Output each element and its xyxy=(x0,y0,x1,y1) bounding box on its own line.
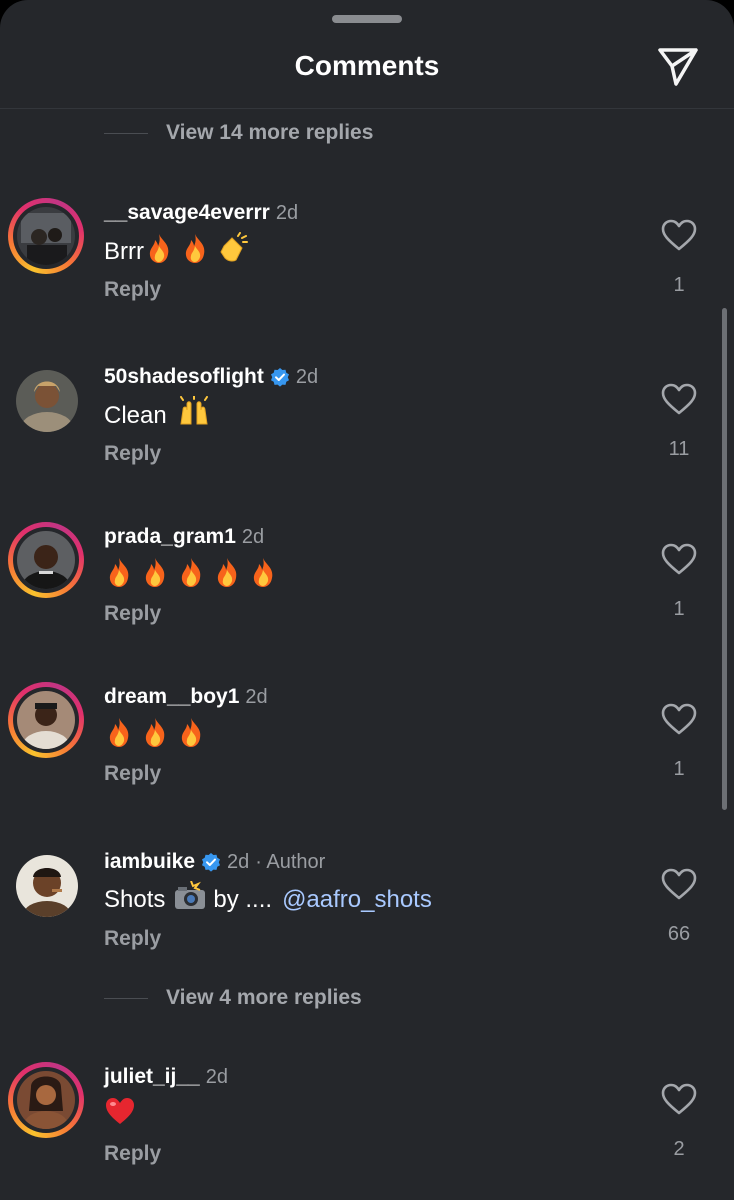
fire-icon xyxy=(176,716,206,755)
mention-link[interactable]: @aafro_shots xyxy=(282,886,432,914)
comments-sheet: Comments View 14 more replies __savage4e… xyxy=(0,0,734,1200)
thread-line xyxy=(104,132,148,134)
verified-badge-icon xyxy=(270,368,289,387)
heart-icon[interactable] xyxy=(660,382,698,416)
comment-username[interactable]: prada_gram1 xyxy=(104,525,236,549)
clapping-hands-icon xyxy=(216,232,248,271)
heart-icon[interactable] xyxy=(660,218,698,252)
comment-item: 50shadesoflight 2d Clean Reply 11 xyxy=(0,362,734,482)
view-more-replies-button[interactable]: View 14 more replies xyxy=(104,118,373,148)
comment-text: Brrr xyxy=(104,232,254,271)
comment-item: dream__boy1 2d Reply 1 xyxy=(0,682,734,802)
comment-time: 2d xyxy=(241,525,265,548)
comment-time: 2d xyxy=(245,685,268,708)
avatar[interactable] xyxy=(8,682,84,758)
raised-hands-icon xyxy=(177,395,211,435)
like-count: 2 xyxy=(673,1138,685,1160)
heart-icon[interactable] xyxy=(660,542,698,576)
fire-icon xyxy=(104,716,134,755)
share-icon[interactable] xyxy=(652,42,704,90)
thread-line xyxy=(104,997,148,999)
reply-button[interactable]: Reply xyxy=(104,762,161,786)
verified-badge-icon xyxy=(202,853,221,872)
comment-text xyxy=(104,1096,142,1133)
reply-button[interactable]: Reply xyxy=(104,278,161,302)
header-divider xyxy=(0,108,734,109)
avatar[interactable] xyxy=(8,198,84,274)
view-more-replies-label: View 4 more replies xyxy=(166,986,362,1009)
comment-username[interactable]: __savage4everrr xyxy=(104,201,270,225)
comment-text xyxy=(104,556,284,595)
fire-icon xyxy=(248,556,278,595)
reply-button[interactable]: Reply xyxy=(104,442,161,466)
red-heart-icon xyxy=(104,1096,136,1133)
comment-item: prada_gram1 2d Reply 1 xyxy=(0,522,734,642)
comment-item: iambuike 2d · Author Shots by .... @aafr… xyxy=(0,847,734,967)
reply-button[interactable]: Reply xyxy=(104,927,161,951)
comment-time: 2d xyxy=(205,1065,228,1088)
avatar[interactable] xyxy=(8,1062,84,1138)
comment-username[interactable]: juliet_ij__ xyxy=(104,1065,200,1089)
avatar[interactable] xyxy=(8,522,84,598)
comment-text: Clean xyxy=(104,395,217,435)
like-count: 1 xyxy=(673,274,685,296)
comment-time: 2d xyxy=(295,365,319,388)
comment-item: __savage4everrr 2d Brrr Reply 1 xyxy=(0,198,734,318)
comment-text-body: by .... xyxy=(213,885,273,913)
like-count: 11 xyxy=(668,438,690,460)
comment-username[interactable]: iambuike xyxy=(104,850,195,874)
like-count: 66 xyxy=(667,923,691,945)
fire-icon xyxy=(104,556,134,595)
comment-text-body: Brrr xyxy=(104,237,144,265)
like-count: 1 xyxy=(673,758,685,780)
reply-button[interactable]: Reply xyxy=(104,602,161,626)
fire-icon xyxy=(144,232,174,271)
comment-username[interactable]: 50shadesoflight xyxy=(104,365,264,389)
avatar[interactable] xyxy=(16,855,78,917)
comment-time: 2d xyxy=(227,850,250,873)
fire-icon xyxy=(176,556,206,595)
fire-icon xyxy=(212,556,242,595)
view-more-replies-button[interactable]: View 4 more replies xyxy=(104,983,362,1013)
camera-flash-icon xyxy=(173,880,207,918)
drag-handle[interactable] xyxy=(332,15,402,23)
comment-item: juliet_ij__ 2d Reply 2 xyxy=(0,1062,734,1182)
avatar[interactable] xyxy=(16,370,78,432)
comment-time: 2d xyxy=(275,201,299,224)
fire-icon xyxy=(140,556,170,595)
page-title: Comments xyxy=(294,50,440,81)
heart-icon[interactable] xyxy=(660,1082,698,1116)
view-more-replies-label: View 14 more replies xyxy=(166,121,374,144)
like-count: 1 xyxy=(673,598,685,620)
fire-icon xyxy=(140,716,170,755)
reply-button[interactable]: Reply xyxy=(104,1142,161,1166)
comment-text-body: Clean xyxy=(104,401,167,429)
heart-icon[interactable] xyxy=(660,867,698,901)
fire-icon xyxy=(180,232,210,271)
comment-text xyxy=(104,716,212,755)
author-label: · Author xyxy=(255,850,326,873)
scrollbar[interactable] xyxy=(722,308,727,810)
comment-username[interactable]: dream__boy1 xyxy=(104,685,239,709)
comment-text: Shots by .... @aafro_shots xyxy=(104,880,432,918)
heart-icon[interactable] xyxy=(660,702,698,736)
comment-text-body: Shots xyxy=(104,885,166,913)
